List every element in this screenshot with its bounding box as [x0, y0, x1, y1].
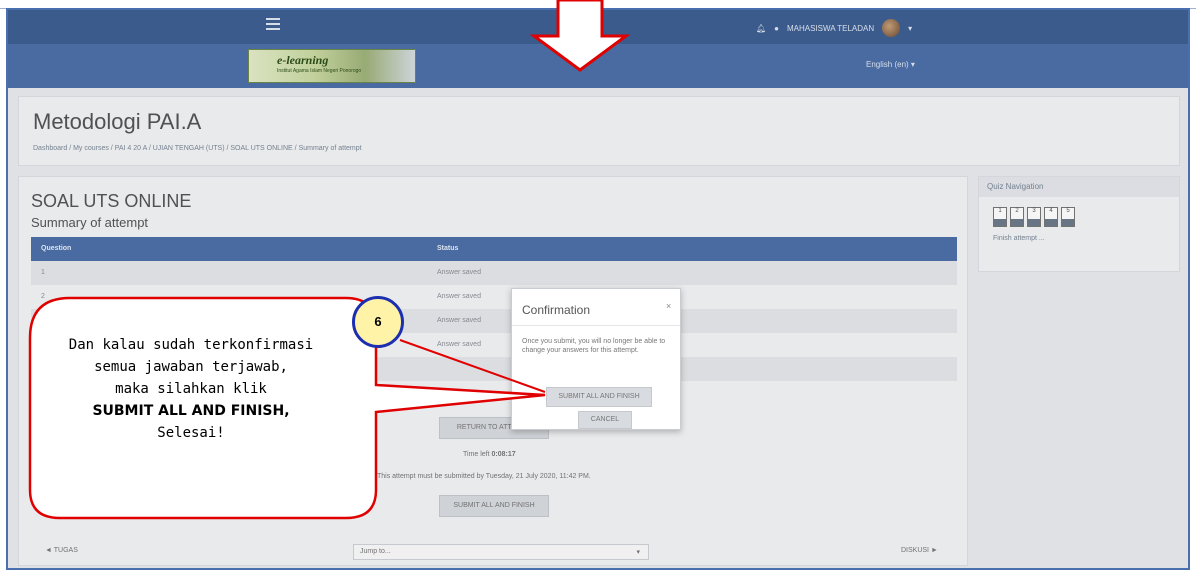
callout-line-3: maka silahkan klik — [115, 381, 267, 397]
dialog-divider — [512, 325, 680, 326]
step-number-badge: 6 — [352, 296, 404, 348]
confirmation-dialog: Confirmation × Once you submit, you will… — [511, 288, 681, 430]
down-arrow-annotation — [530, 0, 630, 72]
callout-line-4: SUBMIT ALL AND FINISH, — [92, 403, 290, 419]
callout-line-1: Dan kalau sudah terkonfirmasi — [68, 337, 314, 353]
dialog-title: Confirmation — [522, 303, 591, 317]
callout-line-5: Selesai! — [157, 425, 225, 441]
dialog-message: Once you submit, you will no longer be a… — [522, 338, 666, 354]
cancel-button[interactable]: CANCEL — [578, 411, 632, 429]
callout-line-2: semua jawaban terjawab, — [94, 359, 288, 375]
close-icon[interactable]: × — [666, 301, 671, 311]
confirm-submit-button[interactable]: SUBMIT ALL AND FINISH — [546, 387, 652, 407]
instruction-callout: Dan kalau sudah terkonfirmasi semua jawa… — [46, 334, 336, 444]
